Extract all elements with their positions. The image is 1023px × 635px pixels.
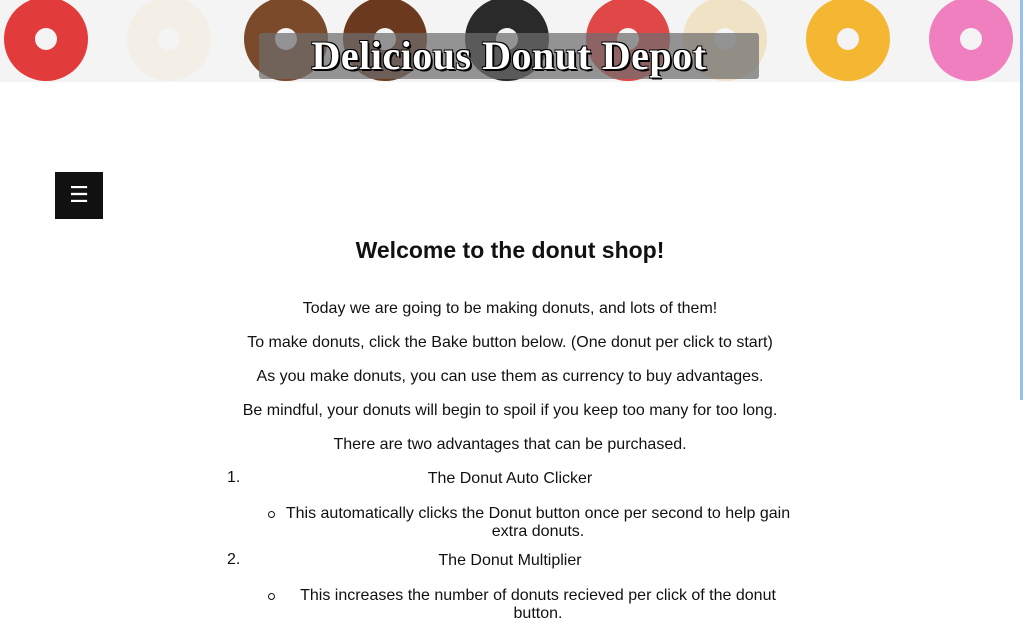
site-title: Delicious Donut Depot [311, 33, 707, 78]
bullet-icon [268, 511, 275, 518]
main-content: Welcome to the donut shop! Today we are … [200, 232, 820, 633]
instructions-paragraph: To make donuts, click the Bake button be… [247, 334, 773, 351]
red-sprinkle-donut-icon [4, 0, 88, 81]
advantage-name: The Donut Multiplier [438, 552, 582, 569]
advantage-details: This increases the number of donuts reci… [200, 587, 820, 623]
header-banner: Delicious Donut Depot [0, 0, 1020, 82]
advantage-number: 2. [227, 551, 241, 568]
pink-sprinkle-donut-icon [929, 0, 1013, 81]
advantages-intro-paragraph: There are two advantages that can be pur… [333, 436, 687, 453]
intro-paragraph: Today we are going to be making donuts, … [302, 300, 718, 317]
advantage-description: This increases the number of donuts reci… [268, 587, 798, 623]
page-heading: Welcome to the donut shop! [355, 237, 665, 263]
title-box: Delicious Donut Depot [259, 33, 759, 79]
bullet-icon [268, 593, 275, 600]
white-sprinkle-donut-icon [127, 0, 211, 81]
advantage-description-text: This automatically clicks the Donut butt… [285, 505, 791, 540]
orange-drizzle-donut-icon [806, 0, 890, 81]
advantage-description-text: This increases the number of donuts reci… [300, 587, 776, 622]
advantage-description: This automatically clicks the Donut butt… [268, 505, 798, 541]
advantage-item: 1. The Donut Auto Clicker This automatic… [200, 469, 820, 541]
advantage-details: This automatically clicks the Donut butt… [200, 505, 820, 541]
hamburger-icon: ☰ [69, 183, 89, 208]
advantages-list: 1. The Donut Auto Clicker This automatic… [200, 469, 820, 623]
advantage-item: 2. The Donut Multiplier This increases t… [200, 551, 820, 623]
advantage-number: 1. [227, 469, 241, 486]
advantage-name: The Donut Auto Clicker [427, 470, 593, 487]
currency-paragraph: As you make donuts, you can use them as … [256, 368, 764, 385]
hamburger-menu-button[interactable]: ☰ [55, 172, 103, 219]
spoil-warning-paragraph: Be mindful, your donuts will begin to sp… [242, 402, 778, 419]
